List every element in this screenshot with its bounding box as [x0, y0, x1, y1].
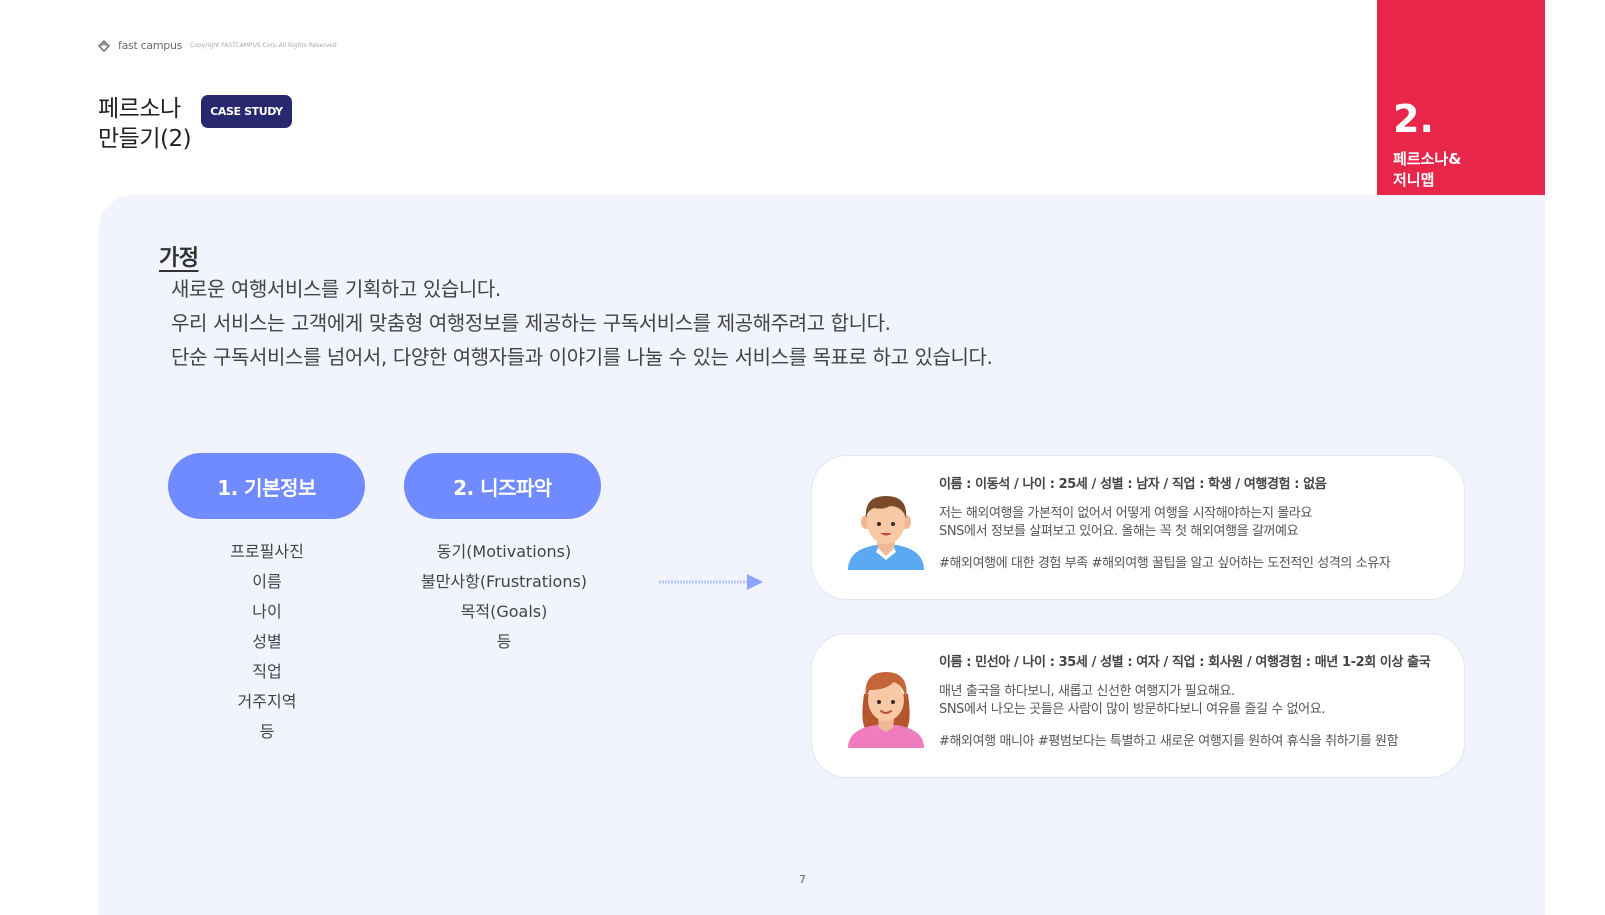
persona-card-1: 이름 : 이동석 / 나이 : 25세 / 성별 : 남자 / 직업 : 학생 … — [811, 455, 1465, 600]
list-item: 목적(Goals) — [460, 602, 548, 621]
section-label-line-1: 페르소나& — [1393, 150, 1462, 168]
page-number: 7 — [799, 873, 806, 886]
hypothesis-title: 가정 — [159, 246, 199, 271]
section-label-line-2: 저니맵 — [1393, 171, 1435, 189]
step-basic-info-pill: 1. 기본정보 — [168, 453, 365, 519]
section-label: 페르소나& 저니맵 — [1393, 149, 1513, 191]
persona-description: 매년 출국을 하다보니, 새롭고 신선한 여행지가 필요해요. SNS에서 나오… — [939, 683, 1449, 719]
needs-list: 동기(Motivations) 불만사항(Frustrations) 목적(Go… — [404, 537, 604, 657]
hypothesis-line-2: 우리 서비스는 고객에게 맞춤형 여행정보를 제공하는 구독서비스를 제공해주려… — [171, 311, 891, 335]
case-study-badge: CASE STUDY — [201, 95, 292, 128]
title-line-2: 만들기(2) — [98, 126, 192, 152]
list-item: 등 — [496, 632, 512, 651]
persona-description-line: 매년 출국을 하다보니, 새롭고 신선한 여행지가 필요해요. — [939, 684, 1235, 699]
list-item: 이름 — [252, 572, 282, 591]
list-item: 동기(Motivations) — [436, 542, 572, 561]
logo-text: fast campus — [118, 39, 183, 52]
section-number: 2. — [1393, 97, 1434, 141]
persona-description: 저는 해외여행을 가본적이 없어서 어떻게 여행을 시작해야하는지 몰라요 SN… — [939, 505, 1449, 541]
brand-logo: fast campus Copyright FASTCAMPUS Corp.Al… — [98, 39, 337, 52]
fastcampus-logo-icon — [98, 39, 110, 52]
persona-description-line: SNS에서 정보를 살펴보고 있어요. 올해는 꼭 첫 해외여행을 갈꺼예요 — [939, 524, 1299, 539]
persona-description-line: SNS에서 나오는 곳들은 사람이 많이 방문하다보니 여유를 즐길 수 없어요… — [939, 702, 1326, 717]
list-item: 거주지역 — [237, 692, 297, 711]
list-item: 불만사항(Frustrations) — [420, 572, 588, 591]
girl-avatar-icon — [848, 672, 924, 748]
persona-description-line: 저는 해외여행을 가본적이 없어서 어떻게 여행을 시작해야하는지 몰라요 — [939, 506, 1312, 521]
hypothesis-line-3: 단순 구독서비스를 넘어서, 다양한 여행자들과 이야기를 나눌 수 있는 서비… — [171, 345, 993, 369]
hypothesis-text: 새로운 여행서비스를 기획하고 있습니다. 우리 서비스는 고객에게 맞춤형 여… — [171, 272, 993, 374]
step-needs-pill: 2. 니즈파악 — [404, 453, 601, 519]
list-item: 프로필사진 — [230, 542, 304, 561]
hypothesis-line-1: 새로운 여행서비스를 기획하고 있습니다. — [171, 277, 501, 301]
copyright-text: Copyright FASTCAMPUS Corp.All Rights Res… — [190, 42, 337, 49]
persona-card-2: 이름 : 민선아 / 나이 : 35세 / 성별 : 여자 / 직업 : 회사원… — [811, 633, 1465, 778]
persona-tags: #해외여행 매니아 #평범보다는 특별하고 새로운 여행지를 원하여 휴식을 취… — [939, 734, 1399, 749]
title-line-1: 페르소나 — [98, 96, 181, 122]
boy-avatar-icon — [848, 496, 924, 570]
persona-tags: #해외여행에 대한 경험 부족 #해외여행 꿀팁을 알고 싶어하는 도전적인 성… — [939, 556, 1391, 571]
persona-info-2: 이름 : 민선아 / 나이 : 35세 / 성별 : 여자 / 직업 : 회사원… — [939, 653, 1449, 751]
list-item: 직업 — [252, 662, 282, 681]
persona-info-1: 이름 : 이동석 / 나이 : 25세 / 성별 : 남자 / 직업 : 학생 … — [939, 475, 1449, 573]
page-title: 페르소나 만들기(2) — [98, 94, 192, 154]
list-item: 성별 — [252, 632, 282, 651]
arrow-right-icon — [659, 574, 763, 590]
list-item: 등 — [259, 722, 275, 741]
persona-header: 이름 : 민선아 / 나이 : 35세 / 성별 : 여자 / 직업 : 회사원… — [939, 655, 1431, 670]
persona-header: 이름 : 이동석 / 나이 : 25세 / 성별 : 남자 / 직업 : 학생 … — [939, 477, 1327, 492]
list-item: 나이 — [252, 602, 282, 621]
basic-info-list: 프로필사진 이름 나이 성별 직업 거주지역 등 — [167, 537, 367, 747]
